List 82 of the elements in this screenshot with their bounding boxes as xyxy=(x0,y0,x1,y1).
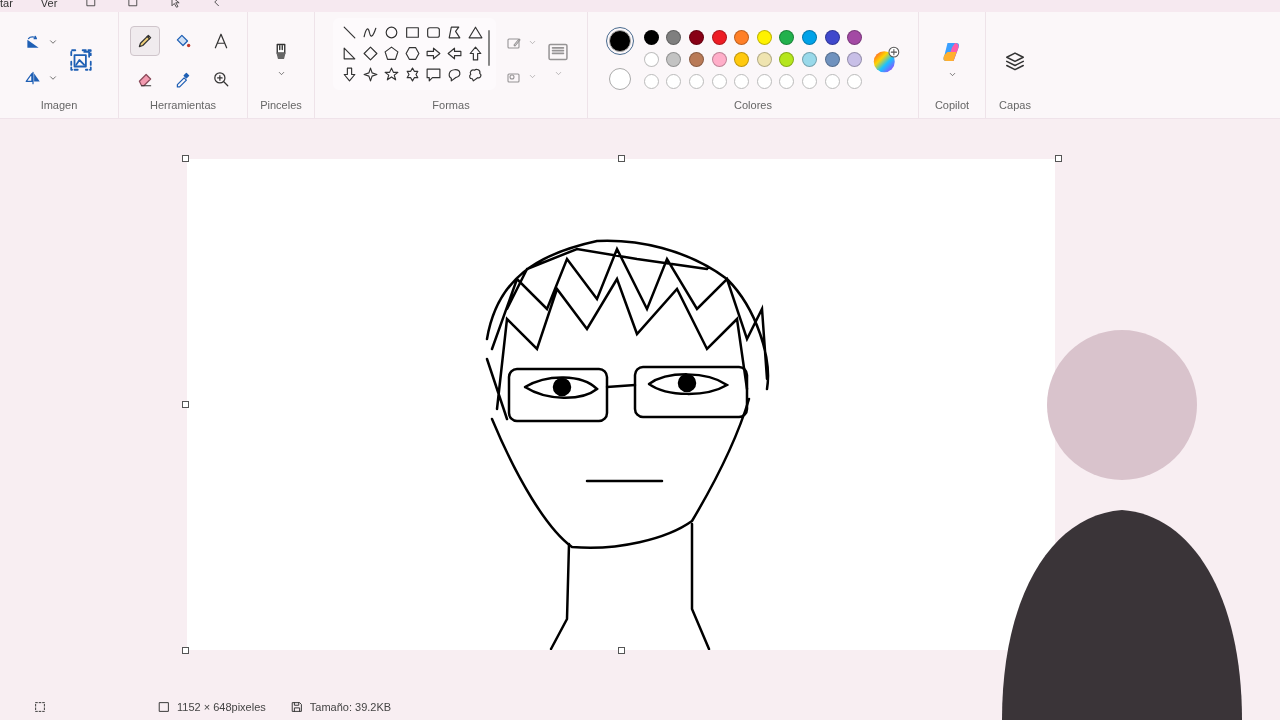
color-swatch[interactable] xyxy=(756,30,772,45)
color-swatch[interactable] xyxy=(802,52,817,67)
resize-handle[interactable] xyxy=(618,647,625,654)
line-size-icon[interactable] xyxy=(547,41,569,63)
scrollbar[interactable] xyxy=(488,30,490,66)
color-swatch[interactable] xyxy=(711,52,727,67)
color-swatch[interactable] xyxy=(847,30,863,45)
canvas-size-icon xyxy=(157,700,171,714)
color-swatch[interactable] xyxy=(824,52,840,67)
empty-swatch[interactable] xyxy=(666,74,682,89)
shape-icon[interactable] xyxy=(362,45,379,62)
window-icon[interactable] xyxy=(127,0,140,8)
shape-icon[interactable] xyxy=(383,66,400,83)
color-swatch[interactable] xyxy=(666,30,682,45)
text-icon xyxy=(212,31,230,50)
image-resize-icon[interactable] xyxy=(68,46,94,73)
group-label: Herramientas xyxy=(150,99,216,113)
color-swatch[interactable] xyxy=(779,30,795,45)
shape-icon[interactable] xyxy=(404,66,421,83)
file-size: Tamaño: 39.2KB xyxy=(309,701,392,713)
empty-swatch[interactable] xyxy=(643,74,659,89)
resize-handle[interactable] xyxy=(182,401,189,408)
shape-icon[interactable] xyxy=(341,45,358,62)
color-swatch[interactable] xyxy=(643,52,659,67)
group-label: Capas xyxy=(999,99,1031,113)
color-swatch[interactable] xyxy=(802,30,817,45)
color-swatch[interactable] xyxy=(756,52,772,67)
color-swatch[interactable] xyxy=(734,52,750,67)
color-swatch[interactable] xyxy=(847,52,863,67)
shape-icon[interactable] xyxy=(404,45,421,62)
magnifier-icon xyxy=(212,69,230,88)
color-swatch[interactable] xyxy=(711,30,727,45)
selection-icon xyxy=(33,700,47,714)
color-swatch[interactable] xyxy=(689,30,704,45)
group-label: Formas xyxy=(432,99,470,113)
shape-icon[interactable] xyxy=(383,45,400,62)
empty-swatch[interactable] xyxy=(824,74,840,89)
empty-swatch[interactable] xyxy=(802,74,817,89)
save-icon xyxy=(289,700,304,714)
empty-swatch[interactable] xyxy=(689,74,704,89)
group-label: Imagen xyxy=(40,99,78,113)
drawing-canvas[interactable] xyxy=(187,159,1055,650)
color-swatch[interactable] xyxy=(666,52,682,67)
shape-icon[interactable] xyxy=(425,45,442,62)
save-icon[interactable] xyxy=(85,0,98,8)
chevron-icon[interactable] xyxy=(947,70,957,79)
group-label: Copilot xyxy=(934,99,970,113)
shape-icon[interactable] xyxy=(425,24,442,41)
empty-swatch[interactable] xyxy=(734,74,750,89)
group-label: Pinceles xyxy=(260,99,302,113)
menu-item[interactable]: tar xyxy=(0,0,13,9)
shape-icon[interactable] xyxy=(467,45,484,62)
shape-icon[interactable] xyxy=(362,66,379,83)
shape-icon[interactable] xyxy=(446,66,463,83)
shape-icon[interactable] xyxy=(341,66,358,83)
empty-swatch[interactable] xyxy=(756,74,772,89)
resize-handle[interactable] xyxy=(182,155,189,162)
group-label: Colores xyxy=(734,99,772,113)
empty-swatch[interactable] xyxy=(711,74,727,89)
shape-icon[interactable] xyxy=(446,24,463,41)
color-wheel-icon[interactable] xyxy=(872,45,901,74)
shape-icon[interactable] xyxy=(425,66,442,83)
shape-icon[interactable] xyxy=(467,24,484,41)
shape-icon[interactable] xyxy=(467,66,484,83)
shape-icon[interactable] xyxy=(404,24,421,41)
shape-icon[interactable] xyxy=(383,24,400,41)
color-swatch[interactable] xyxy=(643,30,659,45)
chevron-icon[interactable] xyxy=(276,69,286,78)
resize-handle[interactable] xyxy=(1055,155,1062,162)
empty-swatch[interactable] xyxy=(847,74,863,89)
resize-handle[interactable] xyxy=(618,155,625,162)
cursor-icon[interactable] xyxy=(169,0,182,8)
resize-handle[interactable] xyxy=(182,647,189,654)
color-swatch[interactable] xyxy=(689,52,704,67)
empty-swatch[interactable] xyxy=(779,74,795,89)
shape-icon[interactable] xyxy=(446,45,463,62)
canvas-dimensions: 1152 × 648pixeles xyxy=(177,701,266,713)
color-swatch[interactable] xyxy=(779,52,795,67)
color-swatch[interactable] xyxy=(734,30,750,45)
tool-button[interactable] xyxy=(130,25,160,56)
color-swatch[interactable] xyxy=(824,30,840,45)
shape-icon[interactable] xyxy=(341,24,358,41)
